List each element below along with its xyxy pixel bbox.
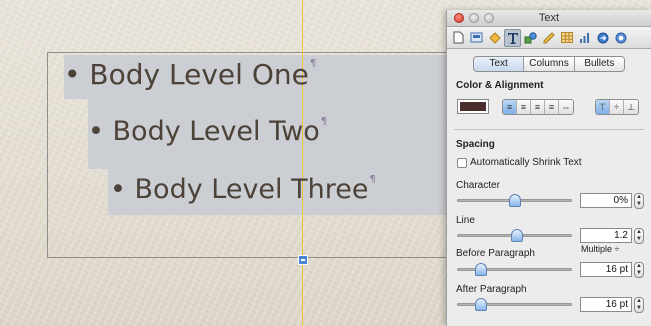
- align-top-icon[interactable]: ⊤: [596, 100, 610, 114]
- before-paragraph-header: Before Paragraph Multiple ÷: [447, 244, 651, 260]
- line-text: Body Level One: [89, 58, 309, 91]
- tab-text[interactable]: Text: [474, 57, 525, 71]
- slider-knob[interactable]: [509, 194, 521, 207]
- auto-shrink-row: Automatically Shrink Text: [447, 157, 651, 172]
- body-level-two-text[interactable]: • Body Level Two¶: [88, 116, 327, 147]
- slide-inspector-icon[interactable]: [468, 29, 485, 47]
- before-paragraph-field[interactable]: 16 pt: [580, 262, 632, 277]
- inspector-title: Text: [538, 12, 560, 24]
- align-auto-icon[interactable]: ⇔: [559, 100, 573, 114]
- hyperlink-inspector-icon[interactable]: [594, 29, 611, 47]
- bullet: •: [110, 174, 126, 205]
- after-paragraph-field[interactable]: 16 pt: [580, 297, 632, 312]
- character-label: Character: [456, 180, 500, 191]
- character-row: 0% ▲ ▼: [447, 191, 651, 213]
- line-row: 1.2 ▲ ▼: [447, 226, 651, 248]
- document-inspector-icon[interactable]: [450, 29, 467, 47]
- chart-inspector-icon[interactable]: [576, 29, 593, 47]
- spacing-heading: Spacing: [456, 139, 495, 150]
- line-spacing-mode: Multiple: [581, 244, 613, 254]
- pilcrow-mark: ¶: [320, 116, 328, 127]
- section-divider: [454, 129, 644, 130]
- table-inspector-icon[interactable]: [558, 29, 575, 47]
- after-paragraph-row: 16 pt ▲ ▼: [447, 295, 651, 317]
- line-stepper[interactable]: ▲ ▼: [634, 228, 644, 244]
- before-paragraph-slider[interactable]: [457, 262, 572, 278]
- slider-knob[interactable]: [475, 298, 487, 311]
- before-paragraph-label: Before Paragraph: [456, 248, 535, 259]
- line-text: Body Level Two: [112, 116, 320, 147]
- character-stepper[interactable]: ▲ ▼: [634, 193, 644, 209]
- body-level-three-text[interactable]: • Body Level Three¶: [110, 174, 376, 205]
- text-inspector-panel: Text Text Columns Bullets Color & Alignm…: [446, 10, 651, 326]
- align-left-icon[interactable]: ≡: [503, 100, 517, 114]
- text-color-well[interactable]: [457, 99, 489, 114]
- after-paragraph-slider[interactable]: [457, 297, 572, 313]
- pilcrow-mark: ¶: [309, 58, 317, 69]
- slider-knob[interactable]: [475, 263, 487, 276]
- after-paragraph-stepper[interactable]: ▲ ▼: [634, 297, 644, 313]
- quicktime-inspector-icon[interactable]: [612, 29, 629, 47]
- line-field[interactable]: 1.2: [580, 228, 632, 243]
- color-alignment-row: ≡ ≡ ≡ ≡ ⇔ ⊤ ÷ ⊥: [447, 99, 651, 129]
- before-paragraph-row: 16 pt ▲ ▼: [447, 260, 651, 282]
- metrics-inspector-icon[interactable]: [540, 29, 557, 47]
- inspector-toolbar: [447, 27, 651, 49]
- line-slider[interactable]: [457, 228, 572, 244]
- tab-bullets[interactable]: Bullets: [574, 57, 624, 71]
- align-middle-icon[interactable]: ÷: [610, 100, 624, 114]
- bullet: •: [88, 116, 104, 147]
- alignment-guide: [302, 0, 303, 326]
- horizontal-alignment-control: ≡ ≡ ≡ ≡ ⇔: [502, 99, 574, 115]
- after-paragraph-label: After Paragraph: [456, 284, 527, 295]
- character-slider[interactable]: [457, 193, 572, 209]
- body-level-one-text[interactable]: • Body Level One¶: [64, 58, 316, 91]
- pilcrow-mark: ¶: [369, 174, 376, 185]
- slider-knob[interactable]: [511, 229, 523, 242]
- line-spacing-mode-popup[interactable]: Multiple ÷: [581, 244, 619, 254]
- align-right-icon[interactable]: ≡: [531, 100, 545, 114]
- align-center-icon[interactable]: ≡: [517, 100, 531, 114]
- before-paragraph-stepper[interactable]: ▲ ▼: [634, 262, 644, 278]
- inspector-titlebar[interactable]: Text: [447, 10, 651, 27]
- character-field[interactable]: 0%: [580, 193, 632, 208]
- overflow-handle[interactable]: [298, 255, 308, 265]
- text-inspector-tabs: Text Columns Bullets: [473, 56, 625, 72]
- line-label: Line: [456, 215, 475, 226]
- align-justify-icon[interactable]: ≡: [545, 100, 559, 114]
- graphic-inspector-icon[interactable]: [486, 29, 503, 47]
- color-alignment-heading: Color & Alignment: [456, 80, 544, 91]
- align-bottom-icon[interactable]: ⊥: [624, 100, 638, 114]
- vertical-alignment-control: ⊤ ÷ ⊥: [595, 99, 639, 115]
- shape-inspector-icon[interactable]: [522, 29, 539, 47]
- text-color-swatch: [460, 102, 486, 111]
- bullet: •: [64, 58, 81, 91]
- line-text: Body Level Three: [134, 174, 369, 205]
- auto-shrink-label: Automatically Shrink Text: [470, 157, 582, 168]
- tab-columns[interactable]: Columns: [524, 57, 575, 71]
- text-inspector-icon[interactable]: [504, 28, 521, 47]
